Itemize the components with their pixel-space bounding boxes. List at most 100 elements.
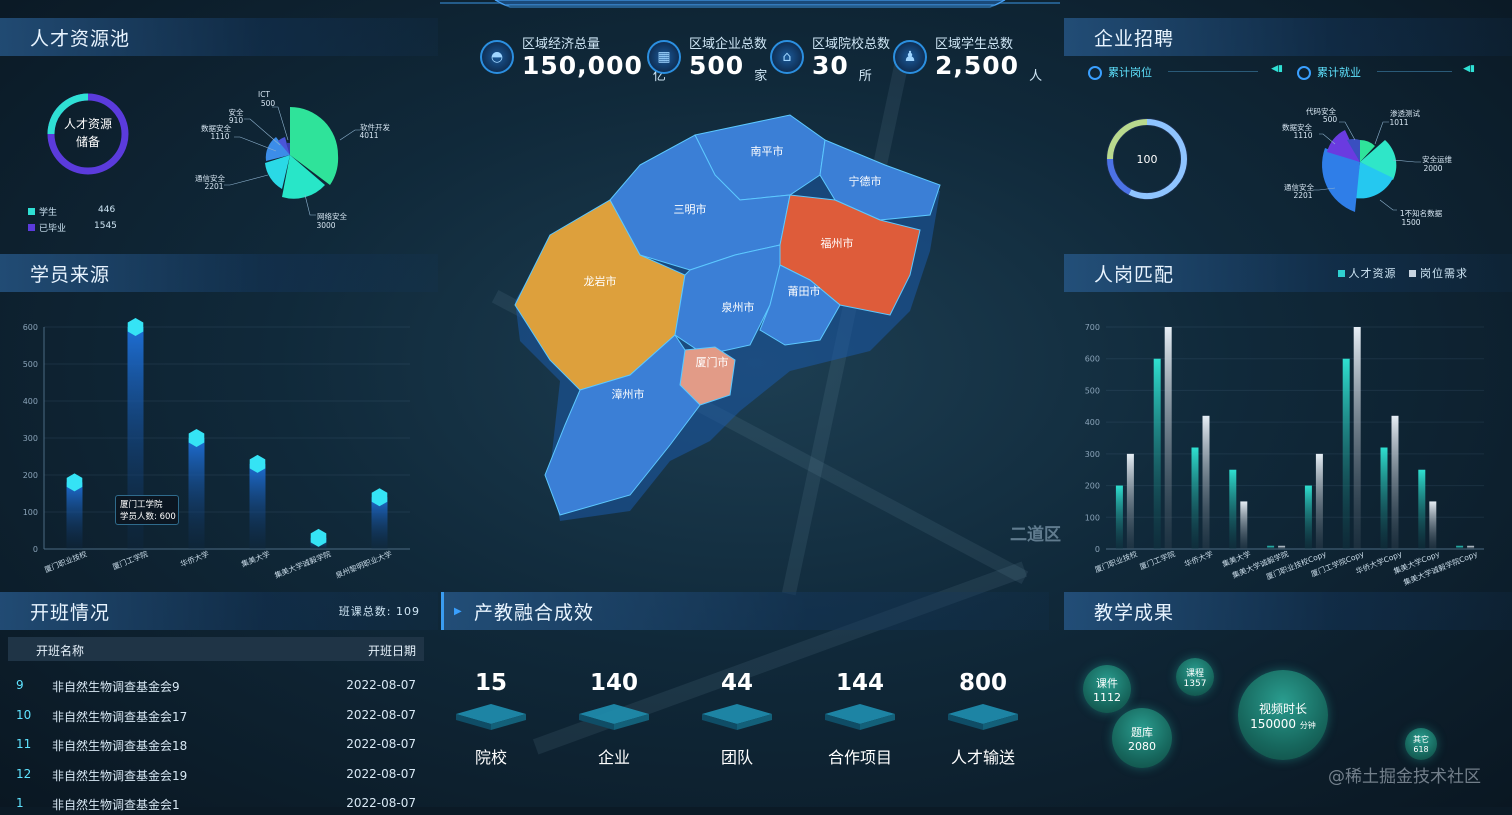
city-label-fuzhou: 福州市 (821, 236, 854, 250)
y-tick-label: 200 (1085, 482, 1100, 491)
kpi-value: 140 (589, 670, 638, 696)
rose-label-pentest: 渗透测试 (1390, 108, 1420, 118)
stat-economy: ◓ 区域经济总量 150,000 亿 (480, 38, 666, 84)
x-tick-label: 华侨大学 (179, 548, 211, 569)
legend-student: 学生 446 (28, 205, 115, 221)
rose-value-ops: 2000 (1423, 164, 1442, 173)
table-row[interactable]: 12 非自然生物调查基金会19 2022-08-07 (8, 762, 424, 786)
city-label-xiamen: 厦门市 (696, 355, 729, 369)
bar-demand (1315, 453, 1323, 549)
y-tick-label: 100 (1085, 513, 1100, 522)
table-row[interactable]: 1 非自然生物调查基金会1 2022-08-07 (8, 791, 424, 815)
row-name: 非自然生物调查基金会1 (52, 798, 180, 812)
kpi-plate (825, 704, 895, 730)
radio-icon (1088, 66, 1102, 80)
rose-label-net: 网络安全 (317, 211, 347, 221)
recruitment-rose-chart: 代码安全 500 渗透测试 1011 数据安全 1110 安全运维 2000 通… (1282, 106, 1452, 227)
building-icon: ▦ (647, 40, 681, 74)
bar-demand (1202, 415, 1210, 549)
table-row[interactable]: 11 非自然生物调查基金会18 2022-08-07 (8, 732, 424, 756)
row-date: 2022-08-07 (346, 678, 416, 692)
bar-talent (1380, 447, 1388, 549)
kpi-item: 144 合作项目 (815, 670, 905, 768)
kpi-item: 15 院校 (446, 670, 536, 768)
row-name: 非自然生物调查基金会18 (52, 739, 188, 753)
bubble-course: 课程 1357 (1176, 658, 1214, 696)
y-tick-label: 100 (23, 508, 38, 517)
bar-talent (1191, 447, 1199, 549)
bar-talent (1342, 358, 1350, 549)
row-index: 1 (16, 796, 24, 810)
rose-value-comm: 2201 (1293, 191, 1312, 200)
rose-value-safe: 910 (229, 116, 244, 125)
y-tick-label: 400 (1085, 418, 1100, 427)
y-tick-label: 600 (23, 323, 38, 332)
bubble-courseware: 课件 1112 (1083, 665, 1131, 713)
x-tick-label: 华侨大学 (1183, 548, 1215, 569)
kpi-value: 15 (474, 670, 507, 696)
y-tick-label: 0 (33, 545, 38, 554)
city-label-putian: 莆田市 (788, 284, 821, 298)
talent-rose-chart: ICT 500 安全 910 数据安全 1110 通信安全 2201 网络安全 … (195, 90, 390, 230)
city-label-nanping: 南平市 (751, 144, 784, 158)
kpi-label: 团队 (720, 748, 753, 767)
bar-demand (1278, 545, 1286, 549)
bar (188, 438, 205, 549)
bar-talent (1153, 358, 1161, 549)
y-tick-label: 300 (23, 434, 38, 443)
users-icon: ♟ (893, 40, 927, 74)
bar-demand (1467, 545, 1475, 549)
tab-cumulative-employment[interactable]: 累计就业 ◀▮ (1297, 64, 1475, 80)
bar-talent (1229, 469, 1237, 549)
x-tick-label: 泉州黎明职业大学 (334, 548, 394, 580)
x-tick-label: 厦门工学院 (1138, 548, 1177, 572)
kpi-label: 企业 (597, 748, 630, 767)
kpi-item: 44 团队 (692, 670, 782, 768)
row-name: 非自然生物调查基金会17 (52, 709, 188, 724)
row-date: 2022-08-07 (346, 766, 416, 781)
bar-talent (1456, 545, 1464, 549)
tab-cumulative-jobs[interactable]: 累计岗位 ◀▮ (1088, 64, 1283, 80)
table-row[interactable]: 9 非自然生物调查基金会9 2022-08-07 (8, 673, 424, 697)
radio-icon (1297, 66, 1311, 80)
rose-value-pentest: 1011 (1389, 118, 1408, 127)
rose-value-data: 1110 (1293, 131, 1312, 140)
x-tick-label: 厦门职业技校Copy (1265, 548, 1329, 581)
rewind-icon: ◀▮ (1271, 64, 1283, 74)
y-tick-label: 400 (23, 397, 38, 406)
row-name: 非自然生物调查基金会19 (52, 768, 188, 783)
recruitment-title: 企业招聘 (1064, 18, 1512, 56)
bar-talent (1115, 485, 1123, 549)
row-date: 2022-08-07 (346, 737, 416, 751)
district-label: 二道区 (1010, 525, 1061, 545)
student-source-chart: 0 100 200 300 400 500 600 厦门职业技校 厦门工学院 华侨大学 集美大学集… (23, 318, 410, 580)
legend-graduated: 已毕业 1545 (28, 221, 117, 237)
table-row[interactable]: 10 非自然生物调查基金会17 2022-08-07 (8, 703, 424, 727)
row-index: 12 (16, 766, 32, 781)
bar-talent (1267, 545, 1275, 549)
bubble-video-length: 视频时长 150000 分钟 (1238, 670, 1328, 760)
teaching-title: 教学成果 (1064, 592, 1512, 630)
x-tick-label: 集美大学 (240, 548, 272, 569)
bar-demand (1240, 501, 1248, 549)
kpi-item: 800 人才输送 (938, 670, 1028, 768)
bar-demand (1429, 501, 1437, 549)
source-tooltip: 厦门工学院 学员人数: 600 (115, 495, 179, 525)
y-tick-label: 300 (1085, 450, 1100, 459)
watermark: @稀土掘金技术社区 (1328, 767, 1481, 787)
kpi-label: 人才输送 (950, 748, 1015, 767)
bar-demand (1353, 327, 1361, 549)
fujian-map[interactable]: 南平市 宁德市 三明市 福州市 龙岩市 泉州市 莆田市 厦门市 漳州市 (490, 105, 960, 535)
talent-pool-title: 人才资源池 (0, 18, 438, 56)
bar-talent (1418, 469, 1426, 549)
student-source-title: 学员来源 (0, 254, 438, 292)
rose-value-net: 3000 (316, 221, 335, 230)
kpi-plate (948, 704, 1018, 730)
x-tick-label: 厦门职业技校 (43, 548, 89, 574)
ring-label-1: 人才资源 (64, 117, 112, 131)
rewind-icon: ◀▮ (1463, 64, 1475, 74)
kpi-value: 44 (720, 670, 753, 696)
city-label-ningde: 宁德市 (849, 174, 882, 188)
ring-value: 100 (1137, 153, 1158, 166)
talent-legend: 学生 446 已毕业 1545 (28, 205, 117, 237)
